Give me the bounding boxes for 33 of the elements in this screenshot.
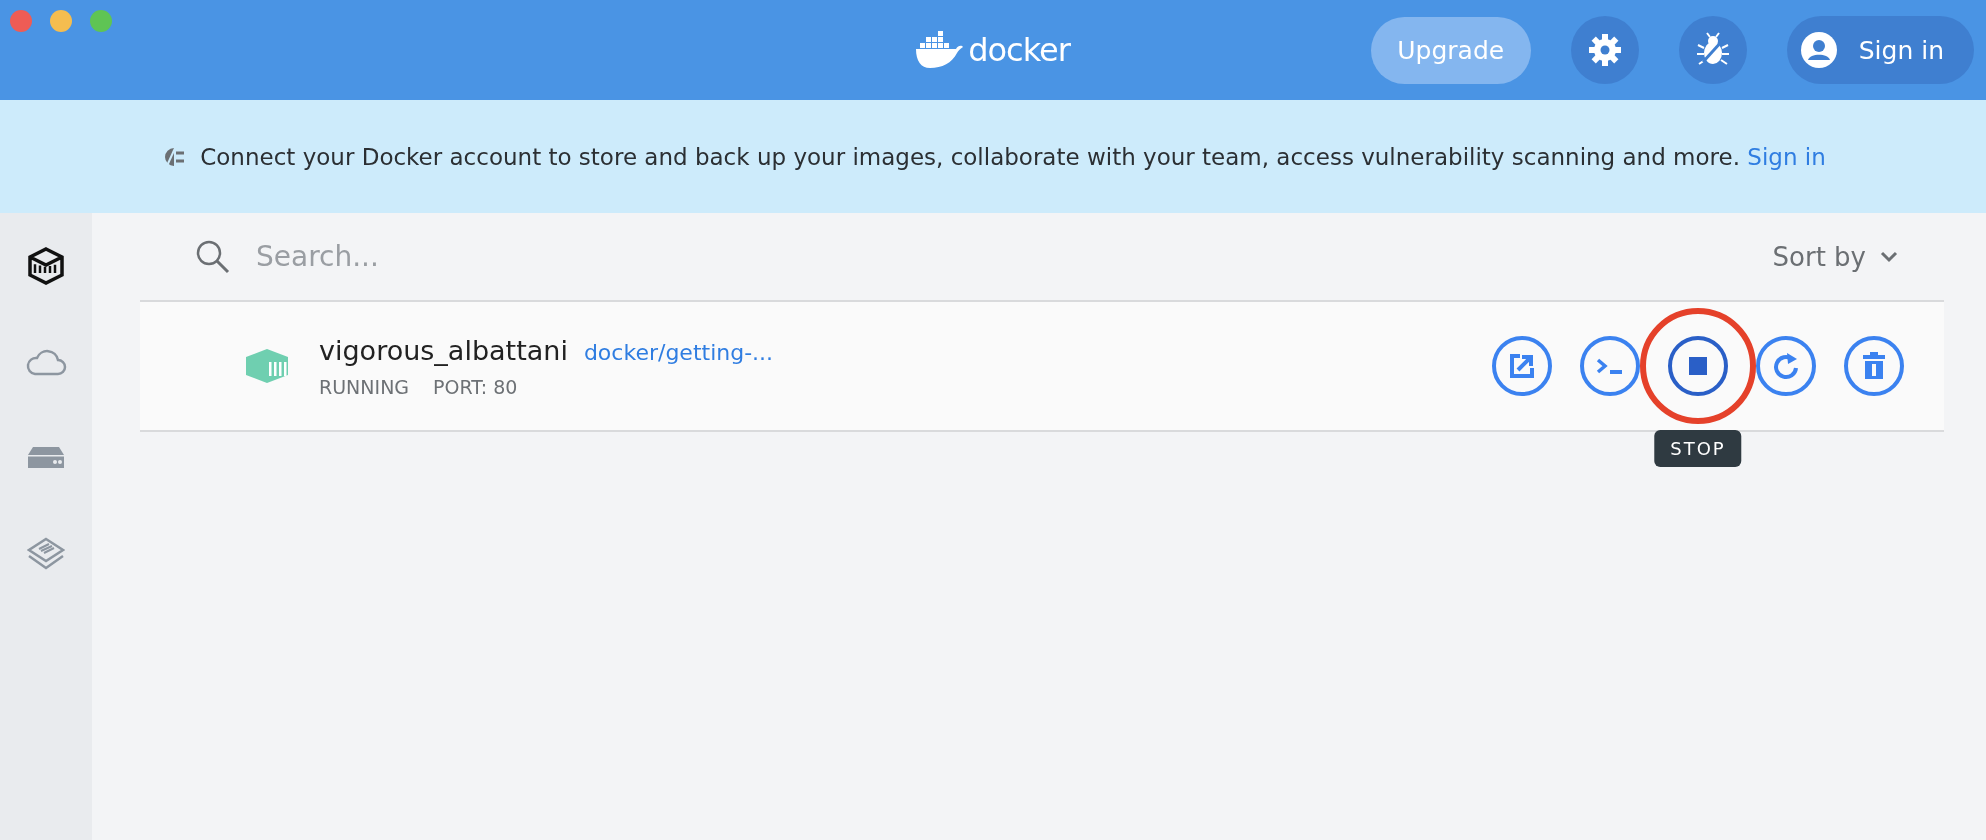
chevron-down-icon	[1880, 250, 1898, 263]
external-link-icon	[1509, 353, 1535, 379]
settings-icon	[1587, 33, 1622, 67]
drive-icon	[27, 446, 65, 470]
user-icon	[1800, 32, 1837, 68]
trash-icon	[1862, 352, 1886, 380]
stop-icon	[1689, 357, 1707, 375]
terminal-icon	[1596, 357, 1624, 375]
image-link[interactable]: docker/getting-...	[583, 339, 774, 365]
container-name: vigorous_albattani	[319, 334, 568, 366]
container-status: RUNNING	[319, 375, 410, 398]
open-button[interactable]	[1492, 336, 1552, 396]
whale-logo-icon	[914, 31, 965, 69]
restart-icon	[1772, 352, 1800, 380]
bug-icon	[1694, 32, 1731, 68]
search-field[interactable]: Search...	[254, 239, 1743, 274]
search-icon	[196, 239, 230, 274]
logo-text: docker	[968, 31, 1070, 69]
banner-message: Connect your Docker account to store and back up your images, collaborate with your team, access vulnerability scanning and more. Sign in	[200, 143, 1826, 170]
container-port: PORT: 80	[433, 375, 518, 398]
stop-button[interactable]	[1668, 336, 1728, 396]
restart-button[interactable]	[1756, 336, 1816, 396]
minimize-window-button[interactable]	[50, 10, 72, 32]
sort-by-dropdown[interactable]: Sort by	[1766, 240, 1904, 273]
delete-button[interactable]	[1844, 336, 1904, 396]
layers-icon	[27, 537, 65, 571]
sign-in-button[interactable]: Sign in	[1786, 16, 1974, 84]
upgrade-button[interactable]: Upgrade	[1370, 16, 1531, 84]
tooltip: STOP	[1654, 430, 1742, 467]
sign-in-link[interactable]: Sign in	[1747, 143, 1826, 170]
container-icon	[26, 246, 66, 286]
cli-button[interactable]	[1580, 336, 1640, 396]
cloud-icon	[25, 347, 67, 377]
